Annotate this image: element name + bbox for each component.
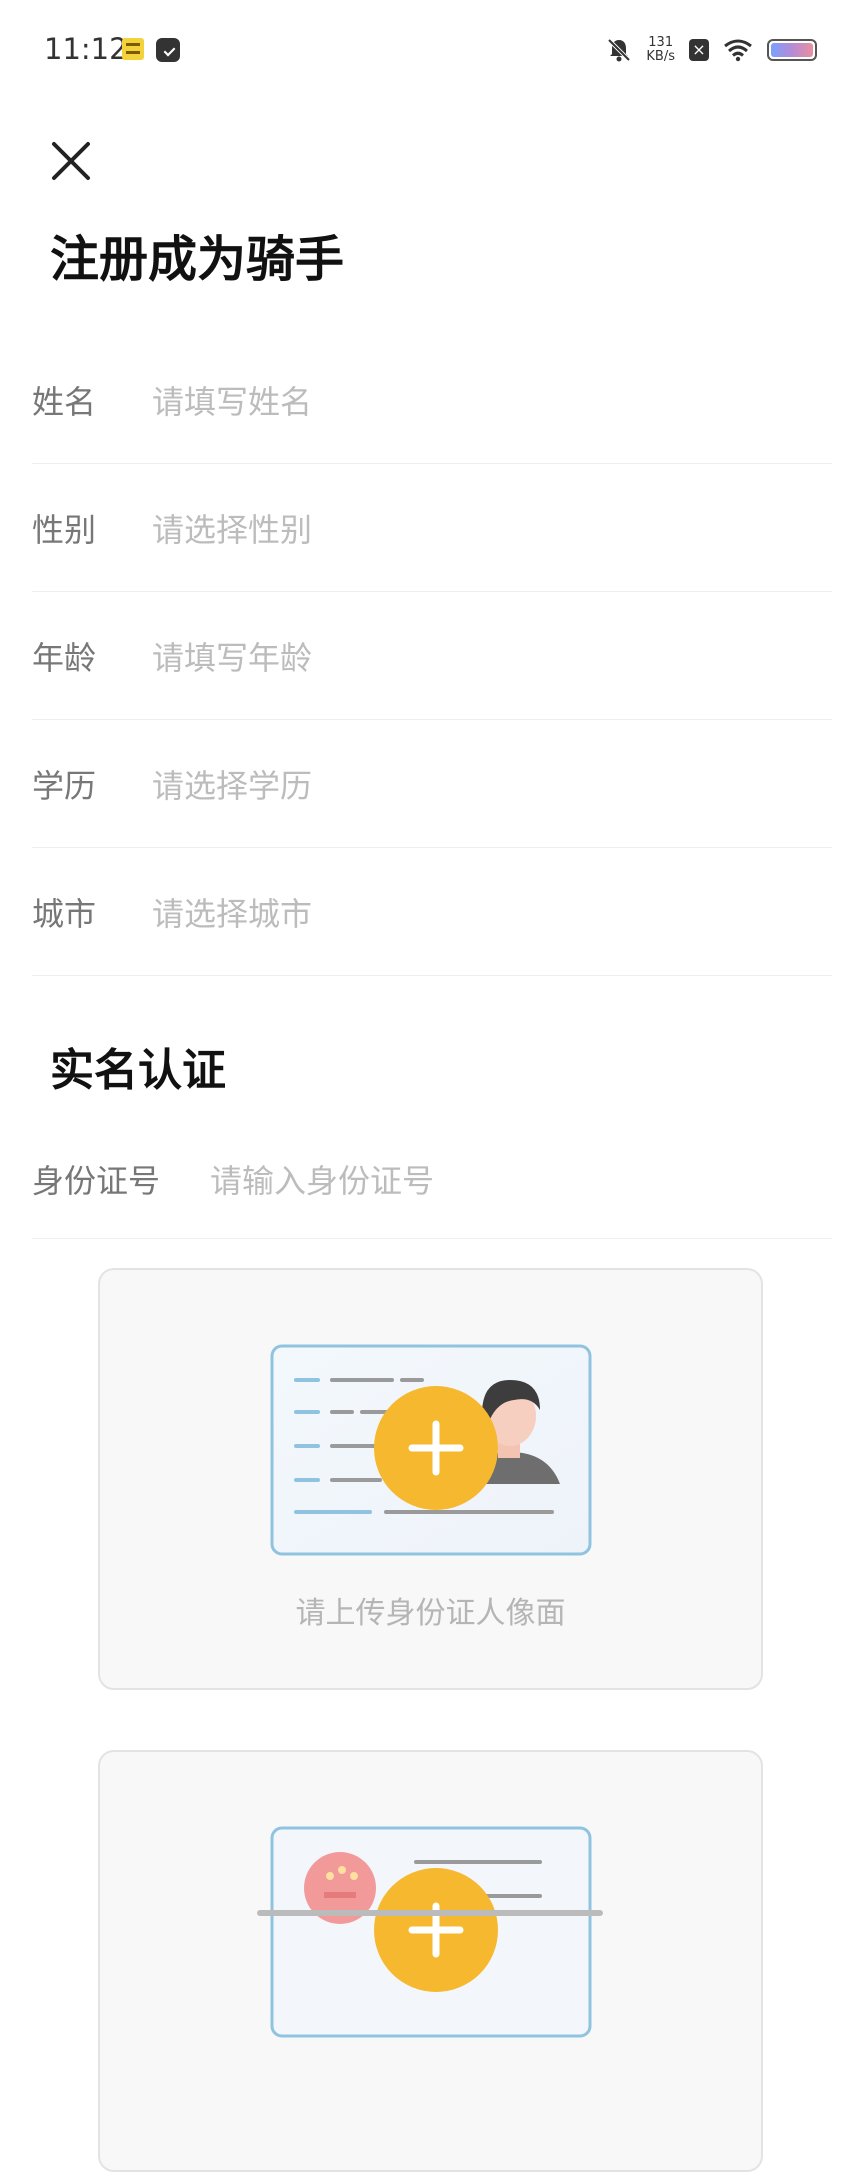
age-field-row[interactable]: 年龄 请填写年龄 — [32, 592, 832, 720]
status-time: 11:12 — [44, 32, 128, 66]
mute-bell-icon — [607, 38, 631, 62]
upload-id-back-card[interactable] — [98, 1750, 763, 2172]
page-title: 注册成为骑手 — [50, 231, 345, 288]
city-select[interactable]: 请选择城市 — [152, 889, 312, 935]
status-right-group: 131 KB/s × — [606, 32, 817, 68]
verification-title: 实名认证 — [50, 1045, 226, 1096]
id-number-label: 身份证号 — [32, 1162, 161, 1200]
city-field-row[interactable]: 城市 请选择城市 — [32, 848, 832, 976]
name-input[interactable]: 请填写姓名 — [152, 377, 312, 423]
age-input[interactable]: 请填写年龄 — [152, 633, 312, 679]
name-label: 姓名 — [32, 382, 97, 421]
wifi-icon — [724, 39, 752, 62]
home-indicator[interactable] — [257, 1910, 603, 1916]
net-speed: 131 KB/s — [646, 36, 675, 64]
id-number-row[interactable]: 身份证号 请输入身份证号 — [32, 1120, 832, 1239]
education-label: 学历 — [32, 766, 97, 805]
net-speed-value: 131 — [648, 35, 674, 50]
name-field-row[interactable]: 姓名 请填写姓名 — [32, 336, 832, 464]
education-select[interactable]: 请选择学历 — [152, 761, 312, 807]
close-icon[interactable] — [48, 138, 94, 184]
id-card-back-illustration — [270, 1826, 592, 2038]
battery-icon — [767, 39, 817, 61]
education-field-row[interactable]: 学历 请选择学历 — [32, 720, 832, 848]
close-box-icon: × — [689, 39, 709, 61]
app-notification-icon — [122, 38, 144, 60]
gender-field-row[interactable]: 性别 请选择性别 — [32, 464, 832, 592]
id-number-input[interactable]: 请输入身份证号 — [210, 1156, 434, 1202]
id-card-front-illustration — [270, 1344, 592, 1556]
upload-front-caption: 请上传身份证人像面 — [295, 1596, 566, 1631]
age-label: 年龄 — [32, 638, 97, 677]
gender-label: 性别 — [32, 510, 97, 549]
registration-form: 姓名 请填写姓名 性别 请选择性别 年龄 请填写年龄 学历 请选择学历 城市 请… — [32, 336, 832, 976]
status-bar: 11:12 131 KB/s × — [0, 0, 861, 100]
gender-select[interactable]: 请选择性别 — [152, 505, 312, 551]
net-speed-unit: KB/s — [646, 49, 675, 64]
upload-id-front-card[interactable]: 请上传身份证人像面 — [98, 1268, 763, 1690]
city-label: 城市 — [32, 894, 97, 933]
message-icon — [156, 38, 180, 62]
